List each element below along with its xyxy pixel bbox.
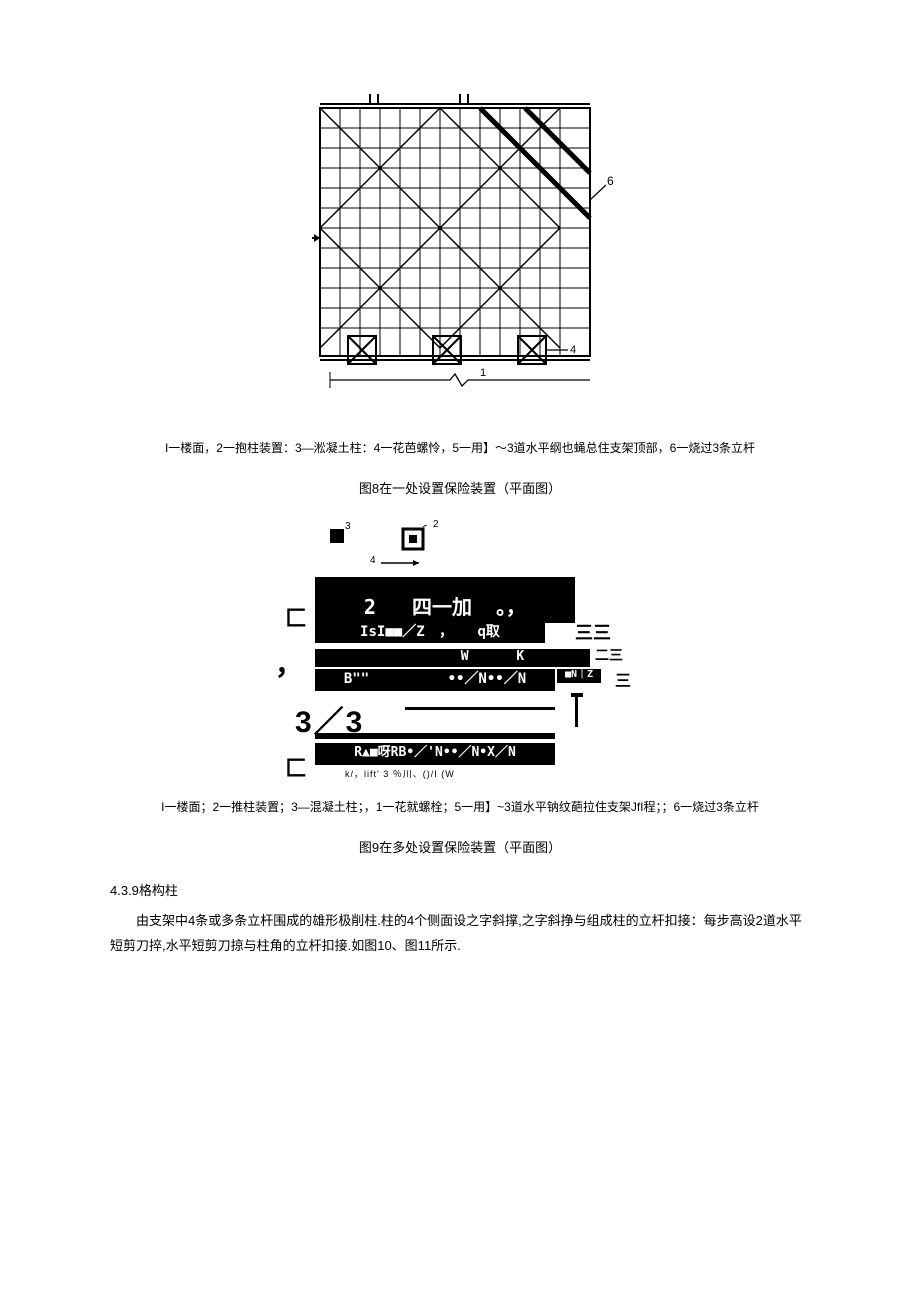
fig9-row2a: IsI■■／Z xyxy=(360,624,425,640)
figure-9-legend: I一楼面；2一推柱装置；3―混凝土柱；，1一花就螺栓；5一用】~3道水平钠纹葩拉… xyxy=(110,798,810,817)
figure-9-caption: 图9在多处设置保险装置（平面图） xyxy=(110,837,810,856)
fig9-row4: B"" ••／N••／N xyxy=(315,669,555,691)
fig9-arrow-4 xyxy=(375,557,425,569)
fig9-row6: R▲■呀RB•／'N••／N•X／N xyxy=(315,743,555,765)
figure-8-svg: 1 4 6 xyxy=(300,90,620,390)
fig9-row4pre: ■N｜Z xyxy=(557,669,601,683)
section-heading-4-3-9: 4.3.9格构柱 xyxy=(110,880,810,899)
fig9-midline xyxy=(405,707,555,710)
fig9-row4b: ••／N••／N xyxy=(448,671,527,687)
fig9-row1b: 四一加 xyxy=(412,595,472,619)
callout-6: 6 xyxy=(607,174,614,188)
fig9-row2b: ， xyxy=(439,624,453,640)
fig9-bar-top xyxy=(315,577,575,593)
fig9-row2c: q取 xyxy=(478,624,500,640)
fig9-row3: W K xyxy=(315,649,590,667)
fig9-right-a: 三三 xyxy=(575,619,611,645)
fig9-row4a: B"" xyxy=(344,671,369,687)
fig9-bottom-marks: k/，lift' 3 ％川、()/I (W xyxy=(345,767,455,780)
fig9-label-3: 3 xyxy=(345,521,351,532)
fig9-row2: IsI■■／Z ， q取 xyxy=(315,623,545,643)
fig9-sep xyxy=(315,733,555,739)
fig9-right-b: 二三 xyxy=(595,645,623,665)
figure-8-plan-diagram: 1 4 6 xyxy=(300,90,620,390)
fig9-right-cap xyxy=(571,693,583,697)
fig9-row3b: K xyxy=(516,649,524,664)
figure-8-caption: 图8在一处设置保险装置（平面图） xyxy=(110,478,810,497)
section-4-3-9-paragraph: 由支架中4条或多条立杆围成的雄形极削柱.柱的4个侧面设之字斜撑,之字斜挣与组成柱… xyxy=(110,909,810,958)
fig9-right-c: 三 xyxy=(615,667,631,691)
fig9-left-bracket-bottom: 匚 xyxy=(285,751,307,783)
fig9-right-post xyxy=(575,697,578,727)
fig9-corner-box xyxy=(395,525,435,555)
callout-1: 1 xyxy=(480,367,486,379)
fig9-row1c: 。， xyxy=(496,595,526,619)
fig9-left-bracket-top: 匚 xyxy=(285,601,307,633)
fig9-row1: 2 四一加 。， xyxy=(315,593,575,623)
fig9-square-left xyxy=(330,529,344,543)
figure-8-legend: I一楼面，2一抱柱装置：3―淞凝土柱：4一花芭螺怜，5一用】〜3道水平纲也蝇总住… xyxy=(110,439,810,458)
callout-4: 4 xyxy=(570,344,576,356)
fig9-row3a: W xyxy=(461,649,469,664)
fig9-comma: ， xyxy=(275,643,303,683)
fig9-row1a: 2 xyxy=(364,595,376,619)
figure-9-plan-diagram: 3 2 4 匚 匚 2 四一加 。， xyxy=(275,521,645,781)
